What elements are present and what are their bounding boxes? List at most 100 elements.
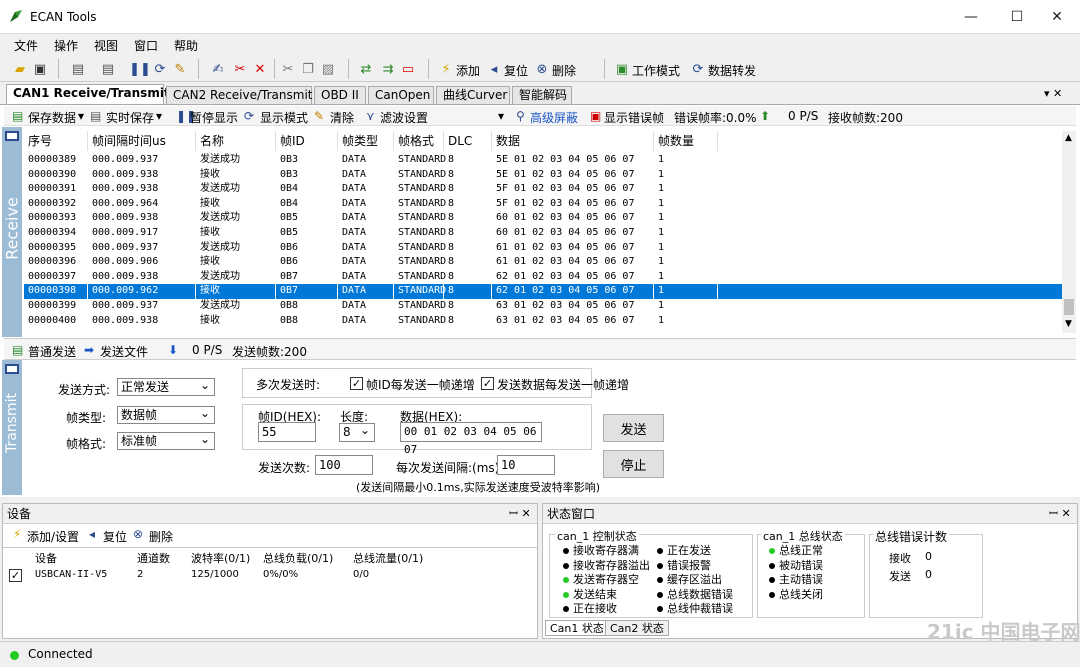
reset-icon[interactable]: ◂	[486, 61, 502, 77]
frame-type-select[interactable]: 数据帧	[117, 405, 215, 424]
delete-button[interactable]: 删除	[552, 62, 576, 79]
column-header[interactable]: 帧数量	[654, 131, 718, 151]
display-mode-icon[interactable]: ⟳	[244, 109, 254, 123]
column-header[interactable]: 帧间隔时间us	[88, 131, 196, 151]
scroll-thumb[interactable]	[1064, 299, 1074, 315]
minimize-button[interactable]: —	[948, 0, 994, 34]
table-row[interactable]: 00000391 000.009.938 发送成功 0B4 DATA STANDARD 8 5…	[24, 182, 1062, 197]
inc-data-checkbox[interactable]: ✓	[481, 377, 494, 390]
interval-input[interactable]: 10	[497, 455, 555, 475]
column-header[interactable]: 帧格式	[394, 131, 444, 151]
table-row[interactable]: 00000395 000.009.937 发送成功 0B6 DATA STANDARD 8 6…	[24, 241, 1062, 256]
menu-help[interactable]: 帮助	[174, 37, 198, 54]
tab-curve[interactable]: 曲线Curver	[436, 86, 510, 104]
show-error-button[interactable]: 显示错误帧	[604, 109, 664, 126]
tools-icon[interactable]: ✂	[232, 61, 248, 77]
device-reset-icon[interactable]: ◂	[89, 527, 95, 541]
copy-icon[interactable]: ❐	[300, 61, 316, 77]
device-delete-icon[interactable]: ⊗	[133, 527, 143, 541]
scroll-up-icon[interactable]: ▲	[1065, 133, 1072, 143]
stop-button[interactable]: 停止	[603, 450, 664, 478]
work-mode-button[interactable]: 工作模式	[632, 62, 680, 79]
add-setting-icon[interactable]: ⚡	[13, 527, 21, 541]
table-row[interactable]: 00000399 000.009.937 发送成功 0B8 DATA STANDARD 8 6…	[24, 299, 1062, 314]
clear-icon[interactable]: ✎	[314, 109, 324, 123]
send-times-input[interactable]: 100	[315, 455, 373, 475]
save-data-icon[interactable]: ▤	[12, 109, 23, 123]
pause-display-button[interactable]: 暂停显示	[190, 109, 238, 126]
device-checkbox[interactable]: ✓	[9, 569, 22, 582]
tab-menu-close[interactable]: ▾ ✕	[1044, 87, 1062, 100]
pause-icon[interactable]: ❚❚	[129, 61, 151, 77]
data-input[interactable]: 00 01 02 03 04 05 06 07	[400, 422, 542, 456]
send-mode-select[interactable]: 正常发送	[117, 377, 215, 396]
realtime-save-icon[interactable]: ▤	[90, 109, 101, 123]
column-header[interactable]: DLC	[444, 131, 492, 151]
frame-id-input[interactable]: 55	[258, 422, 316, 442]
clear-brush-icon[interactable]: ✎	[172, 61, 188, 77]
add-setting-button[interactable]: 添加/设置	[27, 528, 79, 545]
cut-icon[interactable]: ✂	[280, 61, 296, 77]
send-file-button[interactable]: 发送文件	[100, 343, 148, 360]
table-row[interactable]: 00000393 000.009.938 发送成功 0B5 DATA STANDARD 8 6…	[24, 211, 1062, 226]
transmit-panel-icon[interactable]	[5, 364, 19, 374]
device-name-cell[interactable]: USBCAN-II-V5	[35, 569, 107, 580]
table-row[interactable]: 00000394 000.009.917 接收 0B5 DATA STANDARD 8 60 …	[24, 226, 1062, 241]
table-row[interactable]: 00000400 000.009.938 接收 0B8 DATA STANDARD 8 63 …	[24, 314, 1062, 329]
receive-scrollbar[interactable]: ▲ ▼	[1062, 131, 1076, 333]
normal-send-button[interactable]: 普通发送	[28, 343, 76, 360]
reset-button[interactable]: 复位	[504, 62, 528, 79]
save-icon[interactable]: ▣	[32, 61, 48, 77]
tab-can1-status[interactable]: Can1 状态	[545, 620, 609, 636]
tab-canopen[interactable]: CanOpen	[368, 86, 434, 104]
edit-icon[interactable]: ✍	[210, 61, 226, 77]
display-mode-button[interactable]: 显示模式	[260, 109, 308, 126]
table-row[interactable]: 00000392 000.009.964 接收 0B4 DATA STANDARD 8 5F …	[24, 197, 1062, 212]
tab-can1[interactable]: CAN1 Receive/Transmit	[6, 84, 170, 105]
column-header[interactable]: 序号	[24, 131, 88, 151]
device-config-icon[interactable]: ▤	[100, 61, 116, 77]
scroll-down-icon[interactable]: ▼	[1065, 319, 1072, 329]
send-file-icon[interactable]: ➡	[84, 343, 94, 357]
device-delete-button[interactable]: 删除	[149, 528, 173, 545]
disconnect-icon[interactable]: ▭	[400, 61, 416, 77]
table-row[interactable]: 00000398 000.009.962 接收 0B7 DATA STANDARD 8 62 …	[24, 284, 1062, 299]
menu-window[interactable]: 窗口	[134, 37, 158, 54]
status-panel-pin-close[interactable]: ꟷ ✕	[1049, 506, 1071, 521]
clear-button[interactable]: 清除	[330, 109, 354, 126]
column-header[interactable]: 名称	[196, 131, 276, 151]
work-mode-icon[interactable]: ▣	[614, 61, 630, 77]
device-icon[interactable]: ▤	[70, 61, 86, 77]
tab-can2[interactable]: CAN2 Receive/Transmit	[166, 86, 312, 104]
table-row[interactable]: 00000390 000.009.938 接收 0B3 DATA STANDARD 8 5E …	[24, 168, 1062, 183]
data-forward-button[interactable]: 数据转发	[708, 62, 756, 79]
column-header[interactable]: 帧ID	[276, 131, 338, 151]
close-window-button[interactable]: ✕	[1034, 0, 1080, 34]
advanced-mask-button[interactable]: 高级屏蔽	[530, 109, 578, 126]
delete-icon[interactable]: ✕	[252, 61, 268, 77]
receive-panel-icon[interactable]	[5, 131, 19, 141]
add-button[interactable]: 添加	[456, 62, 480, 79]
menu-view[interactable]: 视图	[94, 37, 118, 54]
tab-obd[interactable]: OBD II	[314, 86, 366, 104]
frame-format-select[interactable]: 标准帧	[117, 431, 215, 450]
connect-icon[interactable]: ⇄	[358, 61, 374, 77]
filter-dropdown-icon[interactable]: ▾	[498, 109, 504, 123]
column-header[interactable]: 数据	[492, 131, 654, 151]
column-header[interactable]: 帧类型	[338, 131, 394, 151]
realtime-save-button[interactable]: 实时保存	[106, 109, 154, 126]
device-reset-button[interactable]: 复位	[103, 528, 127, 545]
filter-icon[interactable]: ⋎	[366, 109, 375, 123]
inc-id-checkbox[interactable]: ✓	[350, 377, 363, 390]
dropdown-arrow-icon[interactable]: ▾	[156, 109, 162, 123]
dropdown-arrow-icon[interactable]: ▾	[78, 109, 84, 123]
link-icon[interactable]: ⇉	[380, 61, 396, 77]
menu-operate[interactable]: 操作	[54, 37, 78, 54]
show-error-icon[interactable]: ▣	[590, 109, 601, 123]
normal-send-icon[interactable]: ▤	[12, 343, 23, 357]
filter-select[interactable]: 滤波设置	[380, 109, 428, 126]
refresh-icon[interactable]: ⟳	[152, 61, 168, 77]
delete-device-icon[interactable]: ⊗	[534, 61, 550, 77]
open-folder-icon[interactable]: ▰	[12, 61, 28, 77]
menu-file[interactable]: 文件	[14, 37, 38, 54]
